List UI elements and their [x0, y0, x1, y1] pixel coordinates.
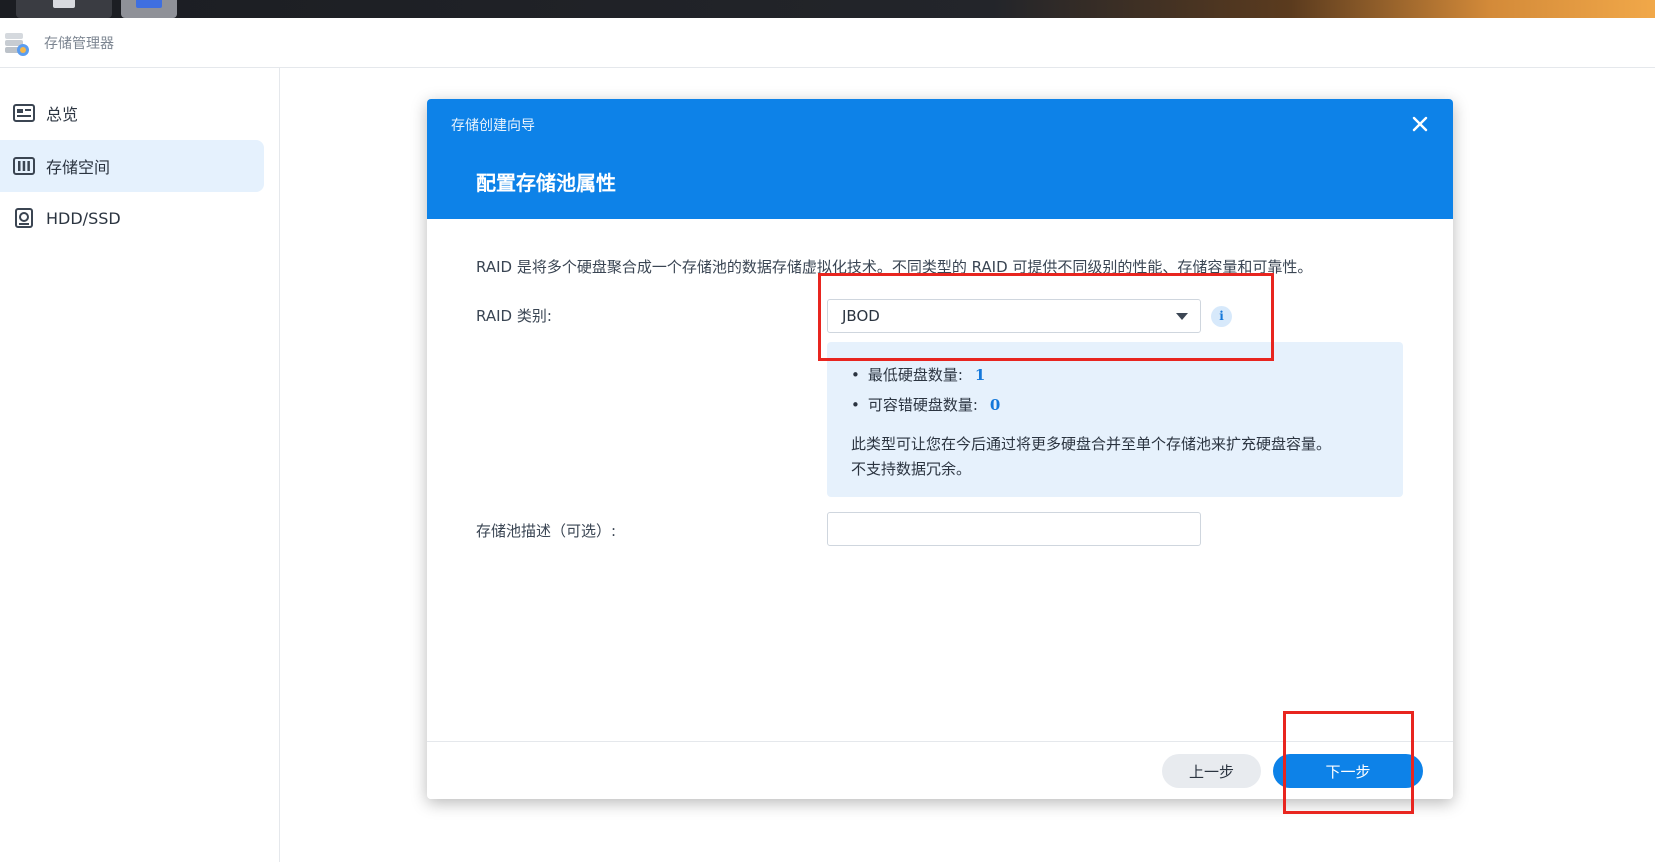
- raid-info-box: • 最低硬盘数量: 1 • 可容错硬盘数量: 0 此类型可让您在今后通过将更多硬盘合并至…: [827, 342, 1403, 497]
- explanation-line-1: 此类型可让您在今后通过将更多硬盘合并至单个存储池来扩充硬盘容量。: [851, 435, 1332, 453]
- raid-type-select[interactable]: JBOD: [827, 299, 1201, 333]
- sidebar-item-label: HDD/SSD: [46, 208, 121, 228]
- taskbar-button-storage-manager[interactable]: [121, 0, 177, 18]
- explanation-line-2: 不支持数据冗余。: [851, 460, 972, 478]
- storage-manager-icon: [136, 0, 162, 8]
- raid-type-explanation: 此类型可让您在今后通过将更多硬盘合并至单个存储池来扩充硬盘容量。 不支持数据冗余…: [851, 432, 1331, 482]
- storage-creation-wizard-dialog: 存储创建向导 配置存储池属性 RAID 是将多个硬盘聚合成一个存储池的数据存储虚…: [427, 99, 1453, 799]
- app-header: 存储管理器: [0, 18, 1655, 68]
- bullet-dot: •: [851, 396, 860, 414]
- top-taskbar: [0, 0, 1655, 18]
- raid-description: RAID 是将多个硬盘聚合成一个存储池的数据存储虚拟化技术。不同类型的 RAID…: [476, 258, 1313, 276]
- wizard-title: 存储创建向导: [451, 118, 535, 134]
- storage-manager-app-icon: [5, 33, 29, 56]
- min-disks-value: 1: [974, 366, 986, 384]
- sidebar-item-label: 总览: [46, 105, 79, 124]
- taskbar-button-main-menu[interactable]: [16, 0, 112, 18]
- overview-card-icon: [12, 103, 36, 123]
- app-title: 存储管理器: [44, 36, 114, 52]
- disk-icon: [12, 208, 36, 228]
- sidebar-item-hdd-ssd[interactable]: HDD/SSD: [0, 192, 264, 244]
- chevron-down-icon: [1176, 313, 1188, 320]
- min-disks-label: 最低硬盘数量:: [867, 366, 963, 384]
- dialog-header: 存储创建向导 配置存储池属性: [427, 99, 1453, 219]
- close-icon[interactable]: [1409, 113, 1431, 135]
- raid-type-label: RAID 类别:: [476, 307, 552, 325]
- sidebar-item-overview[interactable]: 总览: [0, 87, 264, 139]
- min-disks-line: • 最低硬盘数量: 1: [851, 364, 985, 385]
- previous-step-button[interactable]: 上一步: [1162, 754, 1261, 788]
- fault-tolerance-value: 0: [989, 396, 1001, 414]
- grid-icon: [53, 0, 75, 8]
- storage-columns-icon: [12, 156, 36, 176]
- info-icon[interactable]: i: [1211, 306, 1232, 327]
- next-step-button[interactable]: 下一步: [1273, 754, 1423, 788]
- sidebar: 总览 存储空间 HDD/SSD: [0, 68, 280, 862]
- bullet-dot: •: [851, 366, 860, 384]
- raid-type-value: JBOD: [842, 307, 880, 325]
- pool-description-label: 存储池描述（可选）:: [476, 522, 617, 540]
- dialog-footer: 上一步 下一步: [427, 741, 1453, 799]
- sidebar-item-label: 存储空间: [46, 158, 111, 177]
- fault-tolerance-line: • 可容错硬盘数量: 0: [851, 394, 1000, 415]
- step-title: 配置存储池属性: [476, 171, 616, 195]
- fault-tolerance-label: 可容错硬盘数量:: [867, 396, 978, 414]
- sidebar-item-storage[interactable]: 存储空间: [0, 140, 264, 192]
- pool-description-input[interactable]: [827, 512, 1201, 546]
